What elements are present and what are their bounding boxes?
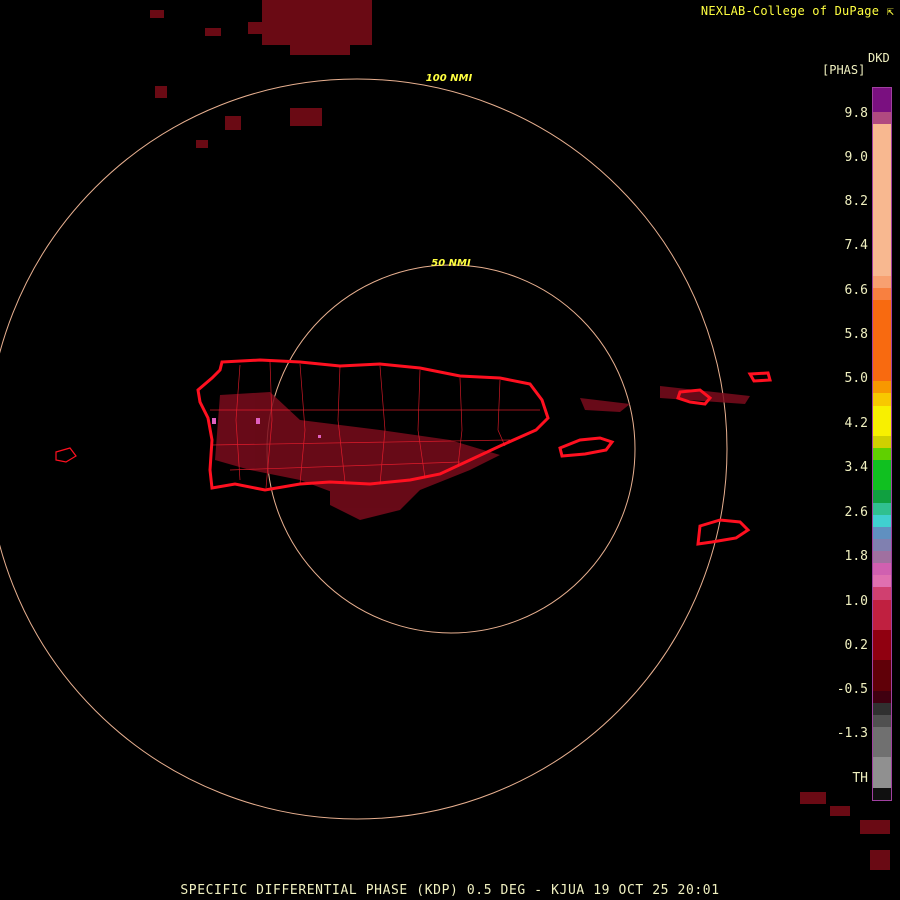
legend-tick: 6.6: [844, 283, 868, 298]
product-caption: SPECIFIC DIFFERENTIAL PHASE (KDP) 0.5 DE…: [180, 883, 720, 898]
legend-tick: 7.4: [844, 238, 868, 253]
legend-tick: 9.8: [844, 106, 868, 121]
legend-tick: 5.8: [844, 327, 868, 342]
legend-tick: TH: [852, 771, 868, 786]
legend-product: DKD: [868, 51, 890, 65]
legend-tick: 8.2: [844, 194, 868, 209]
legend-tick: 1.0: [844, 594, 868, 609]
credit-text: NEXLAB-College of DuPage ⇱: [701, 4, 894, 18]
color-scale: [872, 87, 892, 801]
coastline-st-croix: [696, 518, 751, 546]
legend-tick: -1.3: [836, 726, 868, 741]
legend-tick: 2.6: [844, 505, 868, 520]
legend-tick: 9.0: [844, 150, 868, 165]
ring-label-50nmi: 50 NMI: [431, 258, 471, 269]
coastline-tortola: [747, 371, 772, 383]
credit-label: NEXLAB-College of DuPage: [700, 4, 880, 18]
legend-tick: 1.8: [844, 549, 868, 564]
legend-tick: -0.5: [836, 682, 868, 697]
coastline-mona: [55, 447, 77, 463]
legend-tick: 3.4: [844, 460, 868, 475]
legend-unit: [PHAS]: [822, 63, 866, 77]
legend-tick: 5.0: [844, 371, 868, 386]
arrow-icon[interactable]: ⇱: [887, 4, 894, 18]
radar-map: [0, 0, 890, 870]
coastline-vieques: [558, 436, 615, 458]
ring-label-100nmi: 100 NMI: [425, 73, 473, 84]
legend-tick: 4.2: [844, 416, 868, 431]
legend-tick: 0.2: [844, 638, 868, 653]
